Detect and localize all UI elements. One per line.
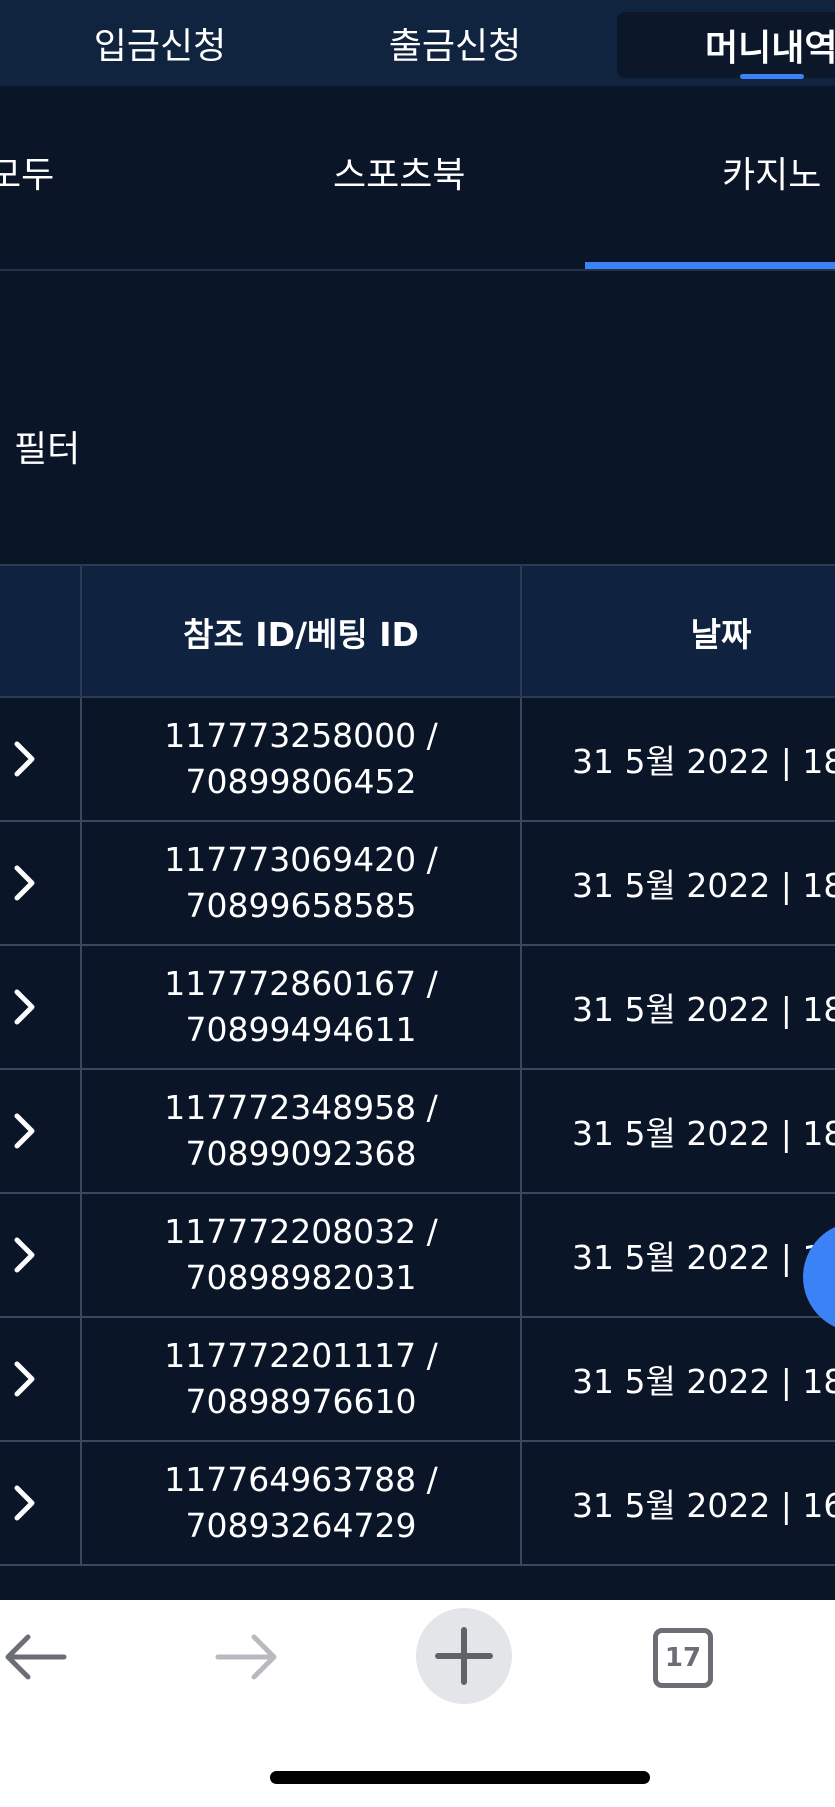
table-row[interactable]: 117773069420 / 70899658585 31 5월 2022 | … [0, 822, 835, 946]
bet-id: 70899806452 [185, 762, 417, 801]
arrow-right-icon[interactable] [212, 1622, 282, 1692]
ref-bet-id-cell: 117772208032 / 70898982031 [80, 1194, 520, 1316]
date-cell: 31 5월 2022 | 16 [520, 1442, 835, 1564]
tab-count: 17 [653, 1628, 713, 1688]
home-indicator [270, 1771, 650, 1784]
subtab-all[interactable]: 모두 [0, 146, 54, 198]
date-cell: 31 5월 2022 | 18 [520, 822, 835, 944]
ref-id: 117772208032 / [164, 1212, 438, 1251]
chevron-right-icon[interactable] [0, 1194, 80, 1316]
top-tab-bar: 입금신청 출금신청 머니내역 [0, 0, 835, 86]
ref-bet-id-cell: 117772348958 / 70899092368 [80, 1070, 520, 1192]
filter-button[interactable]: 필터 [14, 420, 80, 472]
header-date: 날짜 [520, 566, 835, 698]
table-row[interactable]: 117773258000 / 70899806452 31 5월 2022 | … [0, 698, 835, 822]
date-cell: 31 5월 2022 | 18 [520, 946, 835, 1068]
ref-bet-id-cell: 117773258000 / 70899806452 [80, 698, 520, 820]
ref-id: 117773258000 / [164, 716, 438, 755]
subtab-sportsbook[interactable]: 스포츠북 [333, 146, 465, 198]
ref-bet-id-cell: 117764963788 / 70893264729 [80, 1442, 520, 1564]
ref-id: 117773069420 / [164, 840, 438, 879]
table-row[interactable]: 117772201117 / 70898976610 31 5월 2022 | … [0, 1318, 835, 1442]
new-tab-button[interactable] [416, 1608, 512, 1704]
date-cell: 31 5월 2022 | 18 [520, 1318, 835, 1440]
bet-id: 70898982031 [185, 1258, 417, 1297]
table-row[interactable]: 117772348958 / 70899092368 31 5월 2022 | … [0, 1070, 835, 1194]
tab-deposit-request[interactable]: 입금신청 [40, 0, 280, 86]
ref-id: 117764963788 / [164, 1460, 438, 1499]
bet-id: 70899092368 [185, 1134, 417, 1173]
date-cell: 31 5월 2022 | 18 [520, 1070, 835, 1192]
table-header: 참조 ID/베팅 ID 날짜 [0, 564, 835, 698]
tab-withdraw-request[interactable]: 출금신청 [335, 0, 575, 86]
chevron-right-icon[interactable] [0, 946, 80, 1068]
active-subtab-indicator [585, 262, 835, 269]
ref-id: 117772348958 / [164, 1088, 438, 1127]
date-cell: 31 5월 2022 | 18 [520, 698, 835, 820]
ref-bet-id-cell: 117772201117 / 70898976610 [80, 1318, 520, 1440]
chevron-right-icon[interactable] [0, 1318, 80, 1440]
bet-id: 70893264729 [185, 1506, 417, 1545]
header-ref-id: 참조 ID/베팅 ID [80, 566, 520, 698]
ref-bet-id-cell: 117773069420 / 70899658585 [80, 822, 520, 944]
chevron-right-icon[interactable] [0, 698, 80, 820]
chevron-right-icon[interactable] [0, 1070, 80, 1192]
table-row[interactable]: 117772208032 / 70898982031 31 5월 2022 | … [0, 1194, 835, 1318]
active-tab-indicator [740, 74, 804, 79]
ref-id: 117772860167 / [164, 964, 438, 1003]
plus-icon [435, 1627, 493, 1685]
chevron-right-icon[interactable] [0, 1442, 80, 1564]
arrow-left-icon[interactable] [0, 1622, 70, 1692]
tab-money-history[interactable]: 머니내역 [617, 12, 835, 78]
subtab-casino[interactable]: 카지노 [722, 146, 821, 198]
bet-id: 70899658585 [185, 886, 417, 925]
header-expand [0, 566, 80, 698]
transactions-table: 참조 ID/베팅 ID 날짜 117773258000 / 7089980645… [0, 564, 835, 1566]
date-cell: 31 5월 2022 | 18 [520, 1194, 835, 1316]
bet-id: 70899494611 [185, 1010, 417, 1049]
ref-id: 117772201117 / [164, 1336, 438, 1375]
ref-bet-id-cell: 117772860167 / 70899494611 [80, 946, 520, 1068]
table-row[interactable]: 117764963788 / 70893264729 31 5월 2022 | … [0, 1442, 835, 1566]
table-row[interactable]: 117772860167 / 70899494611 31 5월 2022 | … [0, 946, 835, 1070]
money-history-page: 입금신청 출금신청 머니내역 모두 스포츠북 카지노 필터 참조 ID/베팅 I… [0, 0, 835, 1807]
tab-switcher-button[interactable]: 17 [650, 1625, 716, 1691]
sub-tab-bar: 모두 스포츠북 카지노 [0, 86, 835, 271]
chevron-right-icon[interactable] [0, 822, 80, 944]
bet-id: 70898976610 [185, 1382, 417, 1421]
